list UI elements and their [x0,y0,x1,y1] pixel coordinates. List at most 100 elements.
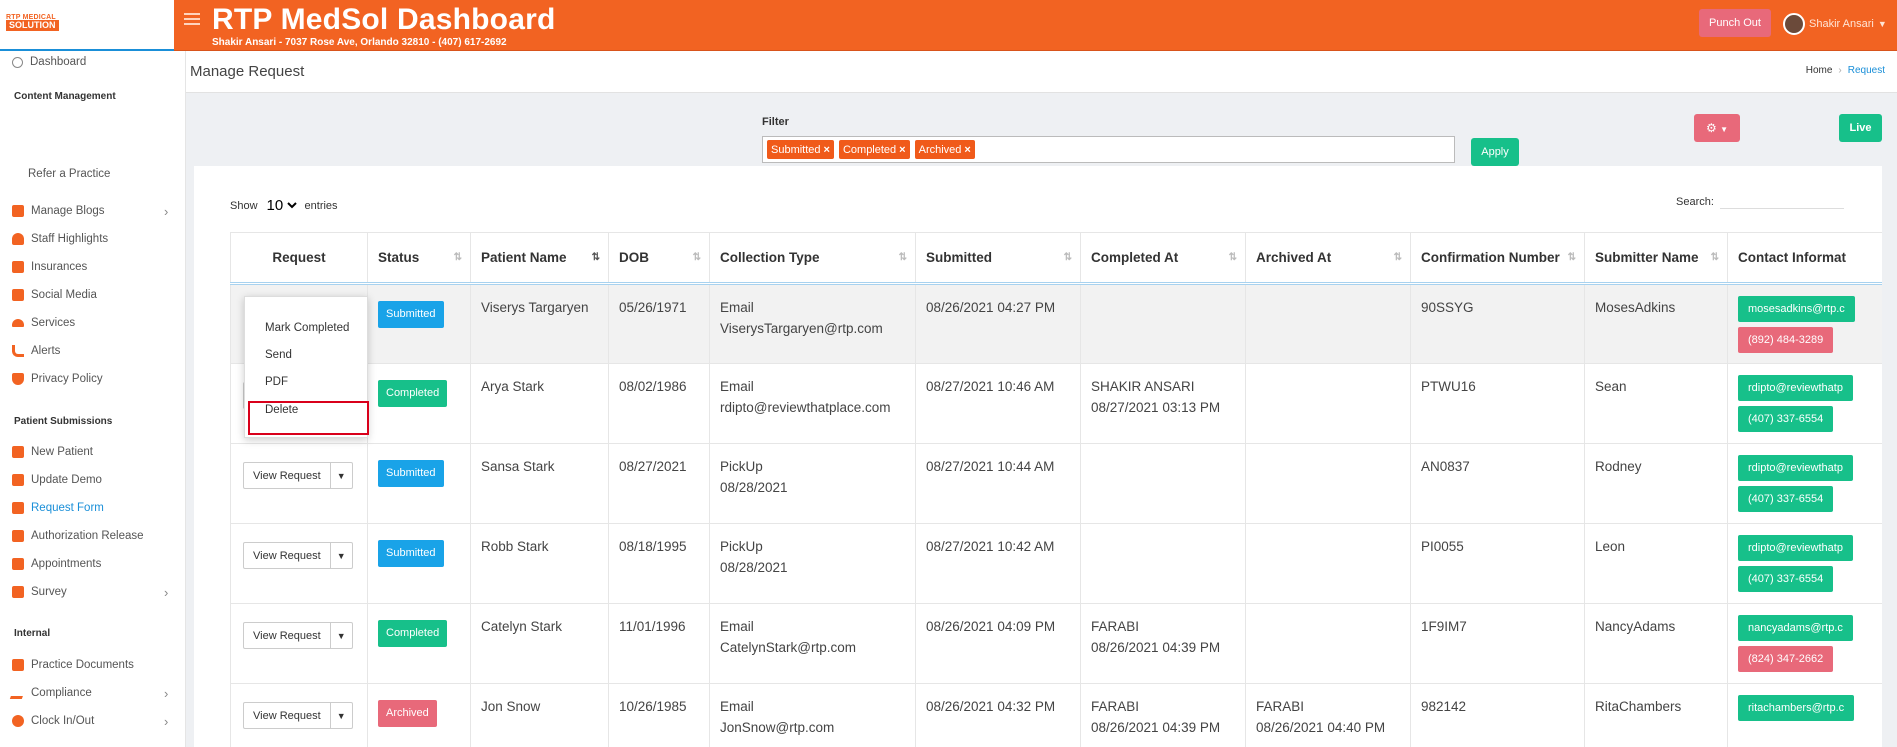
filter-tag-completed[interactable]: Completed × [838,140,910,159]
contact-phone[interactable]: (407) 337-6554 [1738,406,1834,432]
dob-cell: 08/02/1986 [608,363,710,444]
mark-completed-menu-item[interactable]: Mark Completed [265,322,349,334]
caret-down-icon[interactable]: ▼ [330,542,353,569]
sidebar-item-request-form[interactable]: Request Form [12,499,104,517]
logo[interactable]: RTP MEDICAL SOLUTION [0,0,174,51]
col-header-contact-information[interactable]: Contact Informat [1727,232,1882,285]
menu-toggle-icon[interactable] [184,13,200,27]
search-input[interactable] [1719,195,1844,209]
page-header: Manage Request Home › Request [186,51,1897,93]
sidebar-item-survey[interactable]: Survey › [12,583,168,601]
sidebar-item-dashboard[interactable]: Dashboard [12,53,86,71]
user-menu[interactable]: Shakir Ansari ▼ [1783,12,1887,36]
pdf-menu-item[interactable]: PDF [265,376,288,388]
table-row: View Request ▼ Submitted Robb Stark 08/18/19… [230,523,1882,604]
col-header-archived-at[interactable]: Archived At ⇅ [1245,232,1411,285]
contact-email[interactable]: mosesadkins@rtp.c [1738,296,1855,322]
live-button[interactable]: Live [1839,114,1882,142]
confirmation-number-cell: 1F9IM7 [1410,603,1585,684]
col-label: Completed At [1091,250,1179,265]
sidebar-item-label: Practice Documents [31,659,134,671]
contact-cell: nancyadams@rtp.c (824) 347-2662 [1727,603,1882,684]
punch-out-button[interactable]: Punch Out [1699,9,1771,37]
collection-type-cell: Email JonSnow@rtp.com [709,683,916,747]
view-request-button[interactable]: View Request [243,622,331,649]
sidebar-item-refer[interactable]: Refer a Practice [28,165,110,183]
contact-phone[interactable]: (824) 347-2662 [1738,646,1834,672]
contact-email[interactable]: rdipto@reviewthatp [1738,535,1853,561]
contact-email[interactable]: nancyadams@rtp.c [1738,615,1853,641]
logo-text-bottom: SOLUTION [6,20,59,31]
filter-input[interactable]: Submitted × Completed × Archived × [762,136,1455,163]
caret-down-icon[interactable]: ▼ [330,622,353,649]
col-header-status[interactable]: Status ⇅ [367,232,471,285]
sidebar-item-label: Privacy Policy [31,373,103,385]
contact-email[interactable]: rdipto@reviewthatp [1738,375,1853,401]
apply-button[interactable]: Apply [1471,138,1519,166]
collection-type-cell: Email CatelynStark@rtp.com [709,603,916,684]
send-menu-item[interactable]: Send [265,349,292,361]
completed-at-cell [1080,443,1246,524]
sort-icon: ⇅ [692,252,701,263]
col-header-dob[interactable]: DOB ⇅ [608,232,710,285]
col-header-collection-type[interactable]: Collection Type ⇅ [709,232,916,285]
entries-select[interactable]: 10 [262,196,300,215]
request-cell: View Request▼ [230,523,368,604]
close-icon[interactable]: × [899,144,905,156]
contact-phone[interactable]: (407) 337-6554 [1738,486,1834,512]
col-header-completed-at[interactable]: Completed At ⇅ [1080,232,1246,285]
col-header-submitter-name[interactable]: Submitter Name ⇅ [1584,232,1728,285]
settings-dropdown-button[interactable]: ⚙ ▼ [1694,114,1740,142]
col-header-request: Request [230,232,368,285]
request-cell: View Request▼ [230,443,368,524]
sidebar-item-services[interactable]: Services [12,314,75,332]
contact-list: nancyadams@rtp.c (824) 347-2662 [1738,615,1882,672]
view-request-button[interactable]: View Request [243,462,331,489]
sidebar-item-label: Survey [31,586,67,598]
breadcrumb-home[interactable]: Home [1806,65,1833,76]
sidebar-item-privacy-policy[interactable]: Privacy Policy [12,370,103,388]
caret-down-icon[interactable]: ▼ [330,462,353,489]
status-badge: Submitted [378,540,444,567]
view-request-button[interactable]: View Request [243,542,331,569]
col-header-submitted[interactable]: Submitted ⇅ [915,232,1081,285]
confirmation-number-cell: AN0837 [1410,443,1585,524]
sidebar-item-label: Clock In/Out [31,715,95,727]
confirmation-number-cell: PTWU16 [1410,363,1585,444]
sidebar-item-authorization-release[interactable]: Authorization Release [12,527,144,545]
sidebar-item-practice-documents[interactable]: Practice Documents [12,656,134,674]
sidebar-item-insurances[interactable]: Insurances [12,258,87,276]
highlight-box [248,401,369,435]
caret-down-icon[interactable]: ▼ [330,702,353,729]
sidebar-item-manage-blogs[interactable]: Manage Blogs › [12,202,168,220]
col-label: DOB [619,250,649,265]
requests-card: Show 10 entries Search: Request Status ⇅ … [194,166,1882,747]
sidebar-item-label: Insurances [31,261,88,273]
contact-phone[interactable]: (407) 337-6554 [1738,566,1834,592]
sidebar-item-social-media[interactable]: Social Media [12,286,97,304]
completed-at-cell: FARABI 08/26/2021 04:39 PM [1080,603,1246,684]
entries-label: entries [304,199,338,212]
sidebar-item-appointments[interactable]: Appointments [12,555,101,573]
filter-tag-submitted[interactable]: Submitted × [767,140,834,159]
close-icon[interactable]: × [824,144,830,156]
contact-list: rdipto@reviewthatp (407) 337-6554 [1738,375,1882,432]
sidebar-item-compliance[interactable]: Compliance › [9,684,168,702]
sidebar-item-new-patient[interactable]: New Patient [12,443,93,461]
sidebar-item-label: Authorization Release [31,530,144,542]
contact-email[interactable]: rdipto@reviewthatp [1738,455,1853,481]
contact-phone[interactable]: (892) 484-3289 [1738,327,1834,353]
social-media-icon [12,289,24,301]
col-label: Status [378,250,420,265]
sidebar-section-patient: Patient Submissions [14,416,113,427]
contact-email[interactable]: ritachambers@rtp.c [1738,695,1855,721]
view-request-button[interactable]: View Request [243,702,331,729]
filter-tag-archived[interactable]: Archived × [914,140,975,159]
sidebar-item-alerts[interactable]: Alerts [12,342,60,360]
col-header-patient-name[interactable]: Patient Name ⇅ [470,232,609,285]
sidebar-item-staff-highlights[interactable]: Staff Highlights [12,230,108,248]
sidebar-item-update-demo[interactable]: Update Demo [12,471,102,489]
close-icon[interactable]: × [964,144,970,156]
sidebar-item-clock-in-out[interactable]: Clock In/Out › [12,712,168,730]
col-header-confirmation-number[interactable]: Confirmation Number ⇅ [1410,232,1585,285]
